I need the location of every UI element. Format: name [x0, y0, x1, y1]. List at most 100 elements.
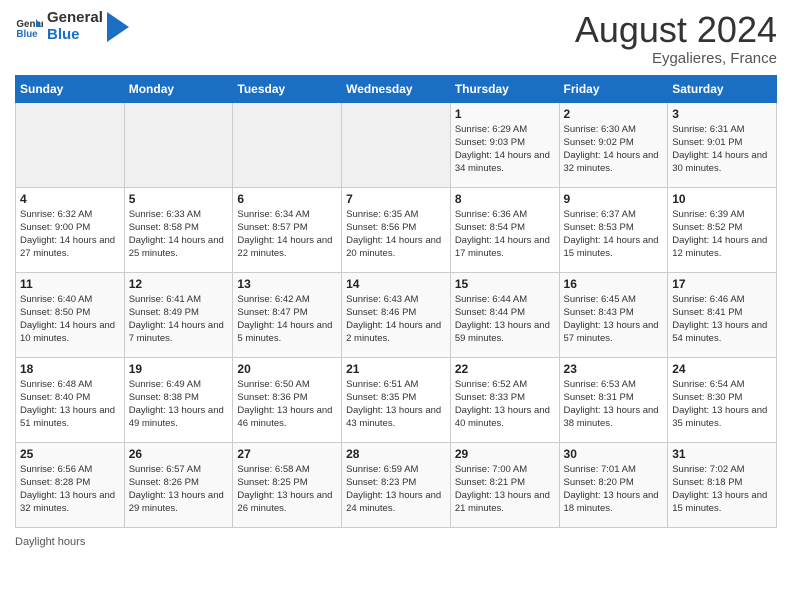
calendar-cell: 29 Sunrise: 7:00 AM Sunset: 8:21 PM Dayli…	[450, 442, 559, 527]
day-info: Sunrise: 6:53 AM Sunset: 8:31 PM Dayligh…	[564, 378, 664, 431]
day-number: 24	[672, 362, 772, 376]
day-number: 5	[129, 192, 229, 206]
footer: Daylight hours	[15, 536, 777, 548]
calendar-cell: 17 Sunrise: 6:46 AM Sunset: 8:41 PM Dayli…	[668, 272, 777, 357]
calendar-day-header: Tuesday	[233, 75, 342, 102]
day-info: Sunrise: 6:29 AM Sunset: 9:03 PM Dayligh…	[455, 123, 555, 176]
day-number: 17	[672, 277, 772, 291]
calendar-week-row: 25 Sunrise: 6:56 AM Sunset: 8:28 PM Dayli…	[16, 442, 777, 527]
day-number: 4	[20, 192, 120, 206]
calendar-cell: 21Sunrise: 6:51 AM Sunset: 8:35 PM Dayli…	[342, 357, 451, 442]
logo-general: General	[47, 10, 103, 27]
day-info: Sunrise: 6:37 AM Sunset: 8:53 PM Dayligh…	[564, 208, 664, 261]
calendar-day-header: Wednesday	[342, 75, 451, 102]
calendar-cell: 18 Sunrise: 6:48 AM Sunset: 8:40 PM Dayli…	[16, 357, 125, 442]
calendar-cell: 12 Sunrise: 6:41 AM Sunset: 8:49 PM Dayli…	[124, 272, 233, 357]
day-number: 27	[237, 447, 337, 461]
day-info: Sunrise: 6:43 AM Sunset: 8:46 PM Dayligh…	[346, 293, 446, 346]
day-number: 18	[20, 362, 120, 376]
calendar-day-header: Monday	[124, 75, 233, 102]
day-info: Sunrise: 6:54 AM Sunset: 8:30 PM Dayligh…	[672, 378, 772, 431]
day-number: 20	[237, 362, 337, 376]
calendar-cell: 26Sunrise: 6:57 AM Sunset: 8:26 PM Dayli…	[124, 442, 233, 527]
day-number: 9	[564, 192, 664, 206]
calendar-cell: 28Sunrise: 6:59 AM Sunset: 8:23 PM Dayli…	[342, 442, 451, 527]
day-number: 16	[564, 277, 664, 291]
calendar-cell: 5Sunrise: 6:33 AM Sunset: 8:58 PM Daylig…	[124, 187, 233, 272]
calendar-cell: 22Sunrise: 6:52 AM Sunset: 8:33 PM Dayli…	[450, 357, 559, 442]
day-info: Sunrise: 6:41 AM Sunset: 8:49 PM Dayligh…	[129, 293, 229, 346]
day-number: 28	[346, 447, 446, 461]
day-number: 14	[346, 277, 446, 291]
day-info: Sunrise: 7:00 AM Sunset: 8:21 PM Dayligh…	[455, 463, 555, 516]
day-number: 15	[455, 277, 555, 291]
day-number: 3	[672, 107, 772, 121]
calendar-cell: 3 Sunrise: 6:31 AM Sunset: 9:01 PM Daylig…	[668, 102, 777, 187]
calendar-week-row: 4 Sunrise: 6:32 AM Sunset: 9:00 PM Daylig…	[16, 187, 777, 272]
day-number: 13	[237, 277, 337, 291]
calendar-cell: 27Sunrise: 6:58 AM Sunset: 8:25 PM Dayli…	[233, 442, 342, 527]
calendar-cell	[16, 102, 125, 187]
day-number: 7	[346, 192, 446, 206]
day-info: Sunrise: 6:46 AM Sunset: 8:41 PM Dayligh…	[672, 293, 772, 346]
day-info: Sunrise: 6:48 AM Sunset: 8:40 PM Dayligh…	[20, 378, 120, 431]
day-number: 25	[20, 447, 120, 461]
day-info: Sunrise: 6:36 AM Sunset: 8:54 PM Dayligh…	[455, 208, 555, 261]
calendar-day-header: Friday	[559, 75, 668, 102]
day-info: Sunrise: 6:39 AM Sunset: 8:52 PM Dayligh…	[672, 208, 772, 261]
day-info: Sunrise: 7:02 AM Sunset: 8:18 PM Dayligh…	[672, 463, 772, 516]
calendar-cell: 6 Sunrise: 6:34 AM Sunset: 8:57 PM Daylig…	[233, 187, 342, 272]
day-number: 12	[129, 277, 229, 291]
calendar-day-header: Thursday	[450, 75, 559, 102]
day-info: Sunrise: 6:56 AM Sunset: 8:28 PM Dayligh…	[20, 463, 120, 516]
calendar-cell	[342, 102, 451, 187]
calendar-cell: 10 Sunrise: 6:39 AM Sunset: 8:52 PM Dayli…	[668, 187, 777, 272]
day-info: Sunrise: 7:01 AM Sunset: 8:20 PM Dayligh…	[564, 463, 664, 516]
calendar-cell: 30 Sunrise: 7:01 AM Sunset: 8:20 PM Dayli…	[559, 442, 668, 527]
logo-blue: Blue	[47, 27, 103, 44]
calendar-cell	[124, 102, 233, 187]
calendar-day-header: Sunday	[16, 75, 125, 102]
page-header: General Blue General Blue August 2024 Ey…	[15, 10, 777, 67]
day-info: Sunrise: 6:42 AM Sunset: 8:47 PM Dayligh…	[237, 293, 337, 346]
month-year-title: August 2024	[575, 10, 777, 50]
calendar-cell: 16 Sunrise: 6:45 AM Sunset: 8:43 PM Dayli…	[559, 272, 668, 357]
day-number: 30	[564, 447, 664, 461]
calendar-cell: 2 Sunrise: 6:30 AM Sunset: 9:02 PM Daylig…	[559, 102, 668, 187]
day-number: 26	[129, 447, 229, 461]
calendar-cell: 13 Sunrise: 6:42 AM Sunset: 8:47 PM Dayli…	[233, 272, 342, 357]
day-number: 22	[455, 362, 555, 376]
calendar-week-row: 11Sunrise: 6:40 AM Sunset: 8:50 PM Dayli…	[16, 272, 777, 357]
day-info: Sunrise: 6:34 AM Sunset: 8:57 PM Dayligh…	[237, 208, 337, 261]
daylight-label: Daylight hours	[15, 536, 85, 548]
day-info: Sunrise: 6:51 AM Sunset: 8:35 PM Dayligh…	[346, 378, 446, 431]
day-number: 1	[455, 107, 555, 121]
day-number: 19	[129, 362, 229, 376]
calendar-cell	[233, 102, 342, 187]
calendar-cell: 4 Sunrise: 6:32 AM Sunset: 9:00 PM Daylig…	[16, 187, 125, 272]
day-info: Sunrise: 6:45 AM Sunset: 8:43 PM Dayligh…	[564, 293, 664, 346]
day-info: Sunrise: 6:49 AM Sunset: 8:38 PM Dayligh…	[129, 378, 229, 431]
svg-text:Blue: Blue	[16, 28, 38, 39]
calendar-day-header: Saturday	[668, 75, 777, 102]
calendar-cell: 9 Sunrise: 6:37 AM Sunset: 8:53 PM Daylig…	[559, 187, 668, 272]
day-info: Sunrise: 6:40 AM Sunset: 8:50 PM Dayligh…	[20, 293, 120, 346]
day-number: 6	[237, 192, 337, 206]
day-info: Sunrise: 6:30 AM Sunset: 9:02 PM Dayligh…	[564, 123, 664, 176]
calendar-cell: 14 Sunrise: 6:43 AM Sunset: 8:46 PM Dayli…	[342, 272, 451, 357]
logo: General Blue General Blue	[15, 10, 129, 43]
calendar-cell: 11Sunrise: 6:40 AM Sunset: 8:50 PM Dayli…	[16, 272, 125, 357]
calendar-week-row: 18 Sunrise: 6:48 AM Sunset: 8:40 PM Dayli…	[16, 357, 777, 442]
calendar-cell: 19 Sunrise: 6:49 AM Sunset: 8:38 PM Dayli…	[124, 357, 233, 442]
logo-chevron-icon	[107, 12, 129, 42]
day-info: Sunrise: 6:32 AM Sunset: 9:00 PM Dayligh…	[20, 208, 120, 261]
day-info: Sunrise: 6:31 AM Sunset: 9:01 PM Dayligh…	[672, 123, 772, 176]
day-number: 29	[455, 447, 555, 461]
calendar-cell: 7 Sunrise: 6:35 AM Sunset: 8:56 PM Daylig…	[342, 187, 451, 272]
day-info: Sunrise: 6:44 AM Sunset: 8:44 PM Dayligh…	[455, 293, 555, 346]
day-info: Sunrise: 6:35 AM Sunset: 8:56 PM Dayligh…	[346, 208, 446, 261]
day-number: 2	[564, 107, 664, 121]
day-number: 10	[672, 192, 772, 206]
calendar-cell: 23Sunrise: 6:53 AM Sunset: 8:31 PM Dayli…	[559, 357, 668, 442]
calendar-cell: 1 Sunrise: 6:29 AM Sunset: 9:03 PM Daylig…	[450, 102, 559, 187]
